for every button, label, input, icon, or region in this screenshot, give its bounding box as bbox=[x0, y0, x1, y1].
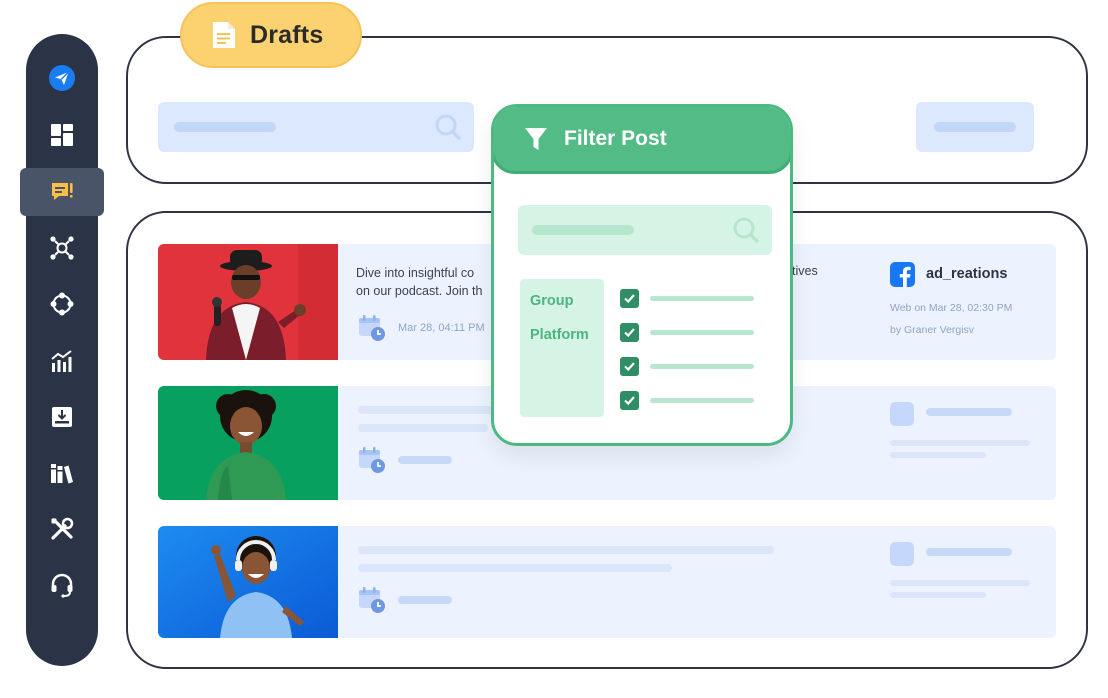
filter-option-label-bar bbox=[650, 364, 754, 369]
calendar-clock-icon bbox=[359, 587, 385, 613]
sidebar-item-support[interactable] bbox=[26, 561, 98, 609]
library-books-icon bbox=[51, 464, 73, 484]
platform-avatar-placeholder bbox=[890, 542, 914, 566]
post-schedule bbox=[358, 446, 452, 474]
checkmark-icon bbox=[624, 362, 635, 372]
drafts-comment-icon bbox=[52, 183, 73, 200]
filter-option-label-bar bbox=[650, 330, 754, 335]
placeholder-meta-bar bbox=[890, 452, 986, 458]
post-schedule: Mar 28, 04:11 PM bbox=[358, 314, 485, 342]
search-icon bbox=[435, 114, 461, 140]
placeholder-date-bar bbox=[398, 456, 452, 464]
filter-search-placeholder-bar bbox=[532, 225, 634, 235]
calendar-clock-icon bbox=[359, 447, 385, 473]
sidebar-item-tools[interactable] bbox=[26, 505, 98, 553]
calendar-clock-icon bbox=[359, 315, 385, 341]
post-text-line1: Dive into insightful co bbox=[356, 266, 475, 280]
placeholder-meta-bar bbox=[890, 440, 1030, 446]
post-thumbnail-woman-laughing bbox=[158, 386, 338, 500]
filter-option-label-bar bbox=[650, 296, 754, 301]
sidebar bbox=[20, 34, 104, 666]
sidebar-item-analytics[interactable] bbox=[26, 337, 98, 385]
checkmark-icon bbox=[624, 328, 635, 338]
filter-category-list: Group Platform bbox=[520, 279, 604, 417]
sidebar-item-drafts[interactable] bbox=[20, 168, 104, 216]
sidebar-item-inbox[interactable] bbox=[26, 393, 98, 441]
sidebar-item-library[interactable] bbox=[26, 449, 98, 497]
filter-search-input[interactable] bbox=[518, 205, 772, 255]
tools-icon bbox=[51, 517, 74, 540]
post-published: Web on Mar 28, 02:30 PM bbox=[890, 302, 1013, 314]
post-author: by Graner Vergisv bbox=[890, 324, 975, 336]
filter-option-label-bar bbox=[650, 398, 754, 403]
search-icon bbox=[733, 217, 759, 243]
filter-category-group[interactable]: Group bbox=[530, 293, 574, 309]
placeholder-text-bar bbox=[358, 424, 488, 432]
filter-title: Filter Post bbox=[564, 127, 667, 150]
placeholder-account-bar bbox=[926, 548, 1012, 556]
post-thumbnail-singer bbox=[158, 244, 338, 360]
search-placeholder-bar bbox=[174, 122, 276, 132]
filter-option-checkbox[interactable] bbox=[620, 323, 639, 342]
placeholder-text-bar bbox=[358, 546, 774, 554]
circle-nodes-icon bbox=[50, 292, 74, 316]
placeholder-date-bar bbox=[398, 596, 452, 604]
sidebar-item-send[interactable] bbox=[26, 54, 98, 102]
placeholder-text-bar bbox=[358, 564, 672, 572]
checkmark-icon bbox=[624, 294, 635, 304]
button-placeholder-bar bbox=[934, 122, 1016, 132]
post-text-tail: tives bbox=[792, 264, 818, 278]
paper-plane-icon bbox=[49, 65, 75, 91]
post-thumbnail-woman-dancing bbox=[158, 526, 338, 638]
search-input[interactable] bbox=[158, 102, 474, 152]
platform-avatar-placeholder bbox=[890, 402, 914, 426]
headset-support-icon bbox=[51, 573, 73, 598]
filter-header: Filter Post bbox=[494, 107, 790, 174]
placeholder-meta-bar bbox=[890, 580, 1030, 586]
post-schedule bbox=[358, 586, 452, 614]
drafts-tab[interactable]: Drafts bbox=[180, 2, 362, 68]
checkmark-icon bbox=[624, 396, 635, 406]
post-row[interactable] bbox=[158, 526, 1056, 638]
header-action-button[interactable] bbox=[916, 102, 1034, 152]
facebook-icon bbox=[890, 262, 915, 287]
sidebar-item-nodes[interactable] bbox=[26, 280, 98, 328]
dashboard-grid-icon bbox=[51, 124, 73, 146]
account-name: ad_reations bbox=[926, 266, 1008, 282]
post-date: Mar 28, 04:11 PM bbox=[398, 322, 485, 334]
filter-option-checkbox[interactable] bbox=[620, 391, 639, 410]
funnel-icon bbox=[525, 128, 547, 150]
filter-post-panel: Filter Post Group Platform bbox=[491, 104, 793, 446]
filter-option-checkbox[interactable] bbox=[620, 289, 639, 308]
placeholder-meta-bar bbox=[890, 592, 986, 598]
document-icon bbox=[213, 22, 235, 48]
filter-category-platform[interactable]: Platform bbox=[530, 327, 589, 343]
sidebar-item-network[interactable] bbox=[26, 224, 98, 272]
placeholder-account-bar bbox=[926, 408, 1012, 416]
inbox-download-icon bbox=[52, 407, 72, 427]
sidebar-item-dashboard[interactable] bbox=[26, 111, 98, 159]
post-text-line2: on our podcast. Join th bbox=[356, 284, 483, 298]
placeholder-text-bar bbox=[358, 406, 508, 414]
page-title: Drafts bbox=[250, 20, 324, 49]
network-icon bbox=[50, 236, 74, 260]
filter-option-checkbox[interactable] bbox=[620, 357, 639, 376]
analytics-chart-icon bbox=[51, 350, 72, 372]
